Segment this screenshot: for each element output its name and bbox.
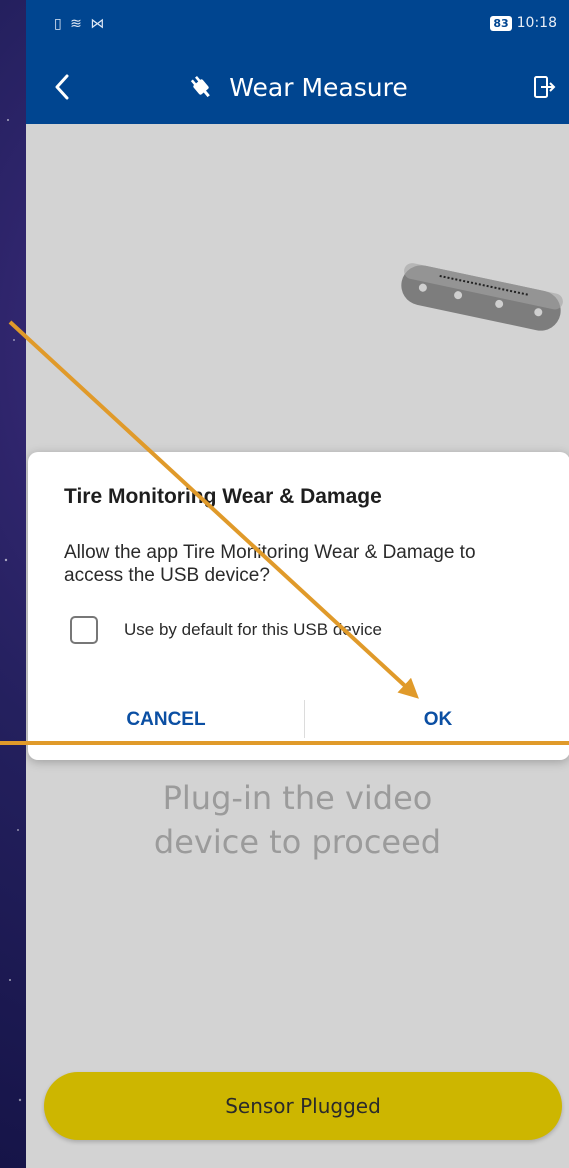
app-bar: Wear Measure: [26, 50, 569, 124]
sensor-plugged-button[interactable]: Sensor Plugged: [44, 1072, 562, 1140]
back-button[interactable]: [40, 67, 84, 107]
plug-icon: [191, 76, 211, 98]
cancel-button[interactable]: CANCEL: [28, 692, 304, 748]
status-icons: ▯ ≋ ⋈: [54, 16, 107, 32]
app-title-group: Wear Measure: [26, 50, 569, 124]
dialog-message: Allow the app Tire Monitoring Wear & Dam…: [64, 542, 476, 586]
exit-button[interactable]: [527, 69, 563, 105]
exit-icon: [534, 76, 556, 98]
button-divider: [304, 700, 305, 738]
checkbox-label[interactable]: Use by default for this USB device: [124, 620, 382, 640]
page-title: Wear Measure: [229, 72, 408, 102]
status-bar: ▯ ≋ ⋈ 83 10:18: [26, 0, 569, 50]
clock: 10:18: [516, 15, 557, 31]
chevron-left-icon: [55, 74, 69, 100]
default-usb-checkbox[interactable]: [70, 616, 98, 644]
usb-permission-dialog: Tire Monitoring Wear & Damage Allow the …: [28, 452, 569, 760]
plug-line-2: device to proceed: [153, 823, 442, 861]
dialog-title: Tire Monitoring Wear & Damage: [64, 485, 382, 508]
battery-icon: 83: [490, 15, 512, 31]
phone-screen: ▯ ≋ ⋈ 83 10:18 Wear Measure Tire Monitor…: [26, 0, 569, 1168]
plug-line-1: Plug-in the video: [162, 779, 433, 817]
ok-button[interactable]: OK: [306, 692, 569, 748]
usb-sensor-image: [401, 263, 563, 331]
status-right: 83 10:18: [490, 15, 557, 31]
plug-in-instruction: Plug-in the video device to proceed: [26, 776, 569, 864]
